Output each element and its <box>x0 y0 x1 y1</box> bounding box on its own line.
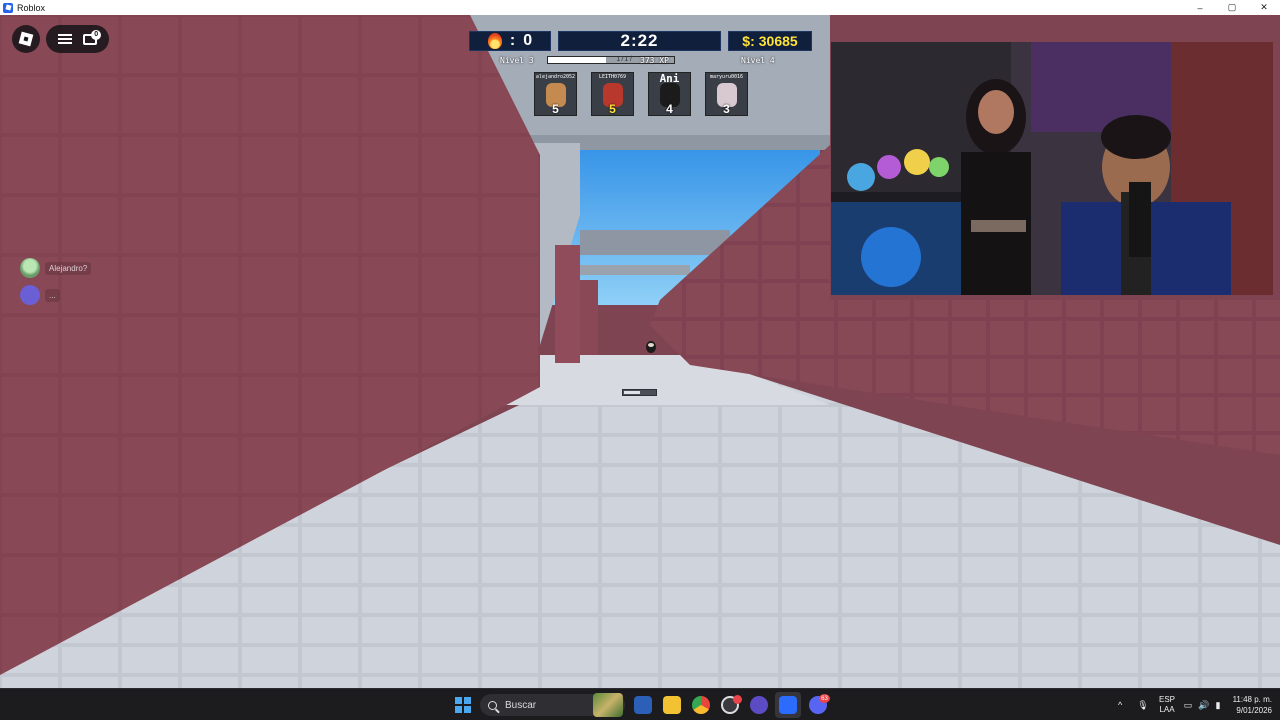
chat-badge: 0 <box>91 29 102 40</box>
player-kills: 5 <box>552 102 559 116</box>
side-chat-item[interactable]: Alejandro? <box>20 258 92 278</box>
discord-badge: 63 <box>819 694 830 703</box>
flame-icon <box>487 33 502 49</box>
window-titlebar: Roblox – ▢ ✕ <box>0 0 1280 15</box>
xp-total: 373 XP <box>640 56 669 65</box>
roblox-taskbar-icon[interactable] <box>779 696 797 714</box>
kills-value: 0 <box>523 32 533 49</box>
kills-colon: : <box>509 32 516 49</box>
player-kills: 5 <box>609 102 616 116</box>
chat-icon[interactable]: 0 <box>83 29 102 45</box>
game-viewport[interactable]: 0 : 0 2:22 $: 30685 Nivel 3 171 / 373 XP… <box>0 15 1280 688</box>
roblox-app-icon <box>3 2 13 13</box>
roblox-logo-icon <box>18 31 34 47</box>
network-icon[interactable]: ▭ <box>1180 700 1196 711</box>
start-button[interactable] <box>455 697 471 713</box>
notification-dot <box>733 695 742 704</box>
money-counter: $: 30685 <box>728 31 812 51</box>
roblox-menu-button[interactable] <box>12 25 40 53</box>
battery-icon[interactable]: ▮ <box>1212 700 1224 711</box>
level-current: Nivel 3 <box>500 56 534 65</box>
minimize-button[interactable]: – <box>1184 0 1216 15</box>
player-card: LEITH0769 5 <box>591 72 634 116</box>
xp-current: 171 <box>616 56 629 63</box>
hamburger-menu-icon[interactable] <box>57 34 72 44</box>
window-title: Roblox <box>17 2 46 13</box>
windows-taskbar: Buscar 63 ^ 🎙 ESP LAA ▭ 🔊 ▮ 11:48 p. m. … <box>0 688 1280 720</box>
streaming-app-icon[interactable] <box>750 696 768 714</box>
side-chat-label: Alejandro? <box>45 261 92 275</box>
money-label: $: <box>742 33 755 49</box>
player-card: Ani 4 <box>648 72 691 116</box>
lang-bottom: LAA <box>1159 705 1175 714</box>
level-next: Nivel 4 <box>741 56 775 65</box>
xp-separator: / <box>630 56 632 63</box>
clock-date: 9/01/2026 <box>1236 706 1272 715</box>
volume-icon[interactable]: 🔊 <box>1196 700 1212 711</box>
clock[interactable]: 11:48 p. m. 9/01/2026 <box>1224 694 1272 716</box>
store-icon[interactable] <box>634 696 652 714</box>
player-card: maryuru0016 3 <box>705 72 748 116</box>
language-indicator[interactable]: ESP LAA <box>1154 695 1180 715</box>
webcam-overlay <box>831 42 1273 295</box>
side-chat-label: ... <box>45 288 60 302</box>
player-kills: 3 <box>723 102 730 116</box>
file-explorer-icon[interactable] <box>663 696 681 714</box>
maximize-button[interactable]: ▢ <box>1216 0 1248 15</box>
player-leaderboard: alejandro2052 5 LEITH0769 5 Ani 4 maryuru0016 3 <box>534 72 748 116</box>
search-highlight-icon[interactable] <box>593 693 623 717</box>
side-chat-item[interactable]: ... <box>20 285 60 305</box>
avatar-icon <box>20 258 40 278</box>
player-name: LEITH0769 <box>598 74 627 80</box>
player-name: maryuru0016 <box>709 74 744 80</box>
discord-icon <box>20 285 40 305</box>
search-icon <box>488 700 497 710</box>
kills-counter: : 0 <box>469 31 551 51</box>
money-value: 30685 <box>758 33 798 49</box>
lang-top: ESP <box>1158 695 1175 704</box>
player-name: alejandro2052 <box>535 74 576 80</box>
chevron-up-icon[interactable]: ^ <box>1118 700 1132 710</box>
microphone-icon[interactable]: 🎙 <box>1132 700 1154 711</box>
window-controls: – ▢ ✕ <box>1184 0 1280 15</box>
close-button[interactable]: ✕ <box>1248 0 1280 15</box>
chrome-icon[interactable] <box>692 696 710 714</box>
webcam-image <box>831 42 1273 295</box>
round-timer: 2:22 <box>558 31 721 51</box>
clock-time: 11:48 p. m. <box>1232 695 1272 704</box>
roblox-topbar-pill: 0 <box>46 25 109 53</box>
search-placeholder: Buscar <box>505 699 537 711</box>
player-card: alejandro2052 5 <box>534 72 577 116</box>
player-kills: 4 <box>666 102 673 116</box>
system-tray: ^ 🎙 ESP LAA ▭ 🔊 ▮ 11:48 p. m. 9/01/2026 <box>1118 689 1272 720</box>
crosshair <box>622 389 657 396</box>
